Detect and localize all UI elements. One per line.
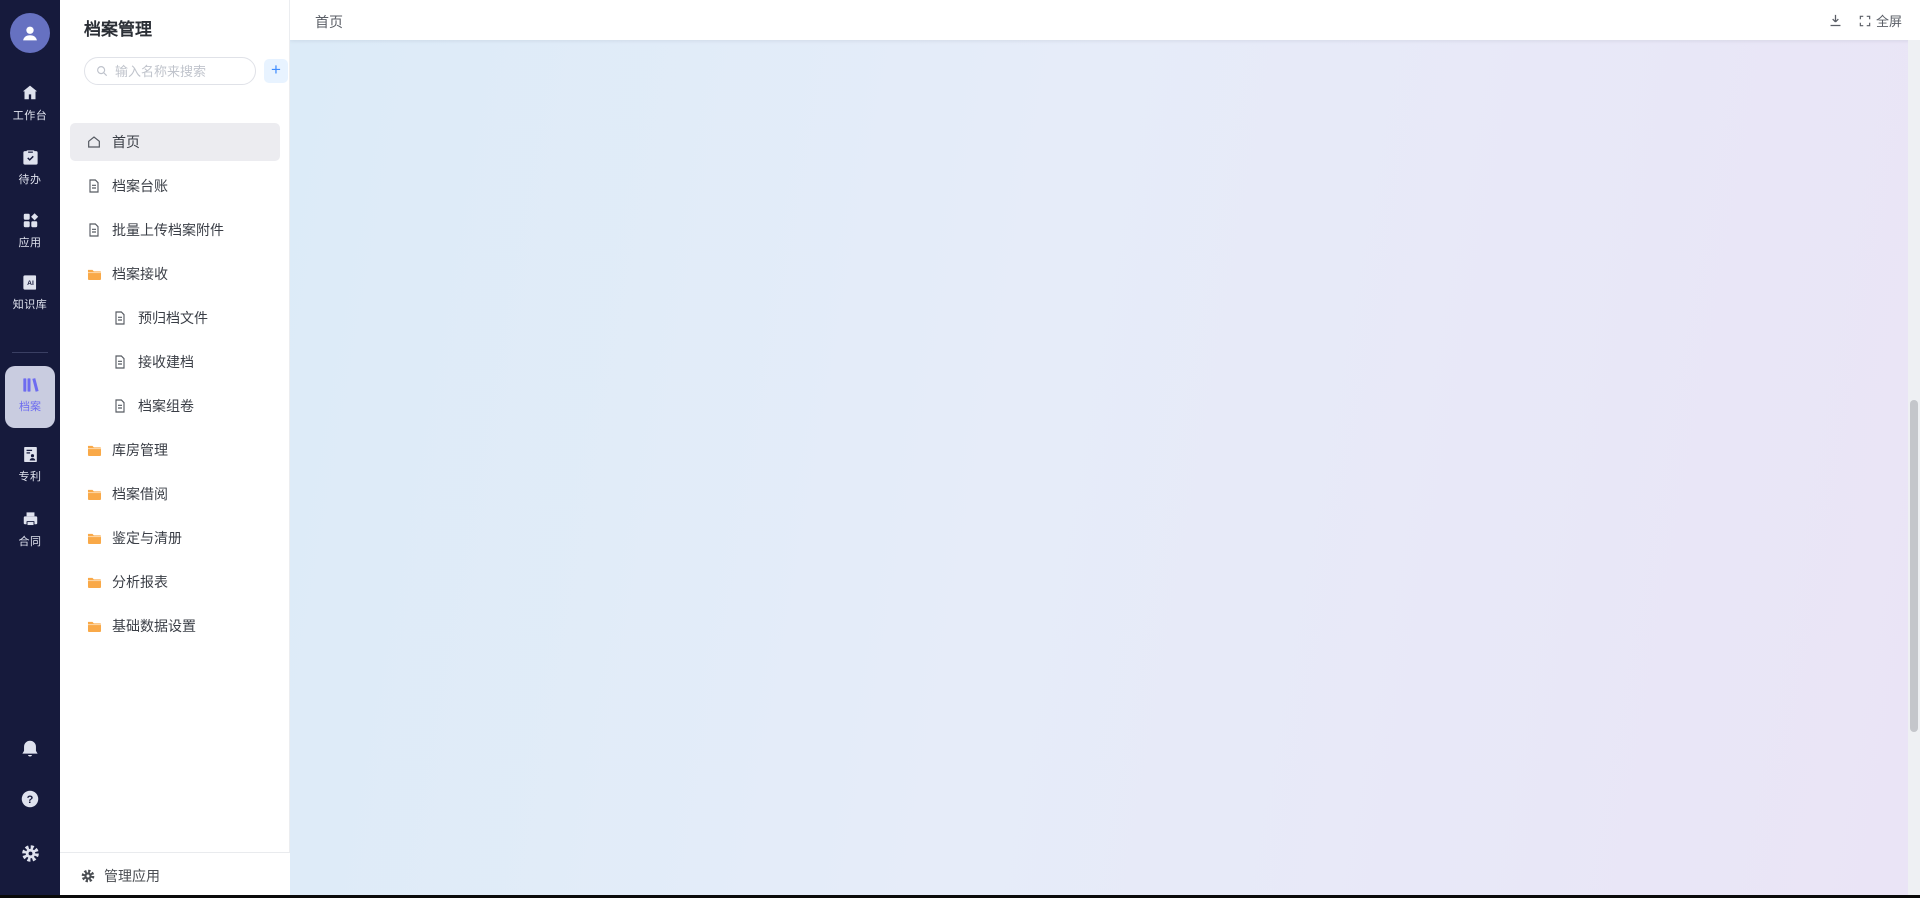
rail-item-todo[interactable]: 待办 bbox=[0, 146, 60, 187]
fullscreen-icon bbox=[1858, 14, 1872, 28]
rail-item-archive[interactable]: 档案 bbox=[5, 366, 55, 428]
sidebar-item-prearchive[interactable]: 预归档文件 bbox=[60, 296, 290, 340]
user-icon bbox=[19, 22, 41, 44]
sidebar-item-home[interactable]: 首页 bbox=[60, 120, 290, 164]
dashboard bbox=[290, 40, 1920, 898]
svg-text:?: ? bbox=[27, 794, 34, 806]
topbar: 首页 全屏 bbox=[290, 0, 1920, 40]
sidebar-item-ledger[interactable]: 档案台账 bbox=[60, 164, 290, 208]
patent-doc-icon bbox=[0, 443, 60, 465]
sidebar-item-base-settings[interactable]: 基础数据设置 bbox=[60, 604, 290, 648]
file-icon bbox=[86, 178, 102, 194]
folder-icon bbox=[86, 530, 103, 547]
breadcrumb[interactable]: 首页 bbox=[315, 12, 343, 32]
fullscreen-button[interactable]: 全屏 bbox=[1858, 11, 1902, 30]
scrollbar-thumb[interactable] bbox=[1910, 400, 1918, 732]
sidebar-item-receive-file[interactable]: 接收建档 bbox=[60, 340, 290, 384]
sidebar-item-batch-upload[interactable]: 批量上传档案附件 bbox=[60, 208, 290, 252]
gear-icon bbox=[0, 842, 60, 864]
contract-icon bbox=[0, 508, 60, 530]
folder-icon bbox=[86, 266, 103, 283]
rail-item-workbench[interactable]: 工作台 bbox=[0, 82, 60, 123]
apps-grid-icon bbox=[0, 209, 60, 231]
rail-item-help[interactable]: ? bbox=[0, 788, 60, 810]
add-button[interactable]: + bbox=[264, 59, 288, 83]
folder-icon bbox=[86, 442, 103, 459]
rail-item-contract[interactable]: 合同 bbox=[0, 508, 60, 549]
search-icon bbox=[95, 64, 109, 78]
folder-icon bbox=[86, 486, 103, 503]
manage-apps-button[interactable]: 管理应用 bbox=[60, 852, 290, 898]
sidebar-item-volume[interactable]: 档案组卷 bbox=[60, 384, 290, 428]
gear-icon bbox=[80, 868, 96, 884]
rail-item-patent[interactable]: 专利 bbox=[0, 443, 60, 484]
help-icon: ? bbox=[0, 788, 60, 810]
rail-item-apps[interactable]: 应用 bbox=[0, 209, 60, 250]
home-outline-icon bbox=[86, 134, 102, 150]
clipboard-check-icon bbox=[0, 146, 60, 168]
home-icon bbox=[0, 82, 60, 104]
module-sidebar: 档案管理 + 首页 档案台账 批量上传档案附件 档案接收 预归档文件 接收建档 … bbox=[60, 0, 290, 898]
file-icon bbox=[112, 310, 128, 326]
file-icon bbox=[112, 354, 128, 370]
file-icon bbox=[112, 398, 128, 414]
rail-item-notifications[interactable] bbox=[0, 738, 60, 760]
sidebar-item-warehouse[interactable]: 库房管理 bbox=[60, 428, 290, 472]
folder-icon bbox=[86, 574, 103, 591]
svg-text:AI: AI bbox=[27, 279, 34, 286]
avatar[interactable] bbox=[10, 13, 50, 53]
books-icon bbox=[5, 375, 55, 395]
search-box[interactable] bbox=[84, 57, 256, 85]
ai-book-icon: AI bbox=[0, 271, 60, 293]
file-icon bbox=[86, 222, 102, 238]
sidebar-item-receive[interactable]: 档案接收 bbox=[60, 252, 290, 296]
sidebar-item-borrow[interactable]: 档案借阅 bbox=[60, 472, 290, 516]
module-title: 档案管理 bbox=[84, 15, 152, 40]
rail-item-settings[interactable] bbox=[0, 842, 60, 864]
app-rail: 工作台 待办 应用 AI 知识库 档案 专利 合同 ? bbox=[0, 0, 60, 898]
download-icon[interactable] bbox=[1827, 12, 1844, 29]
folder-icon bbox=[86, 618, 103, 635]
bell-icon bbox=[0, 738, 60, 760]
sidebar-item-reports[interactable]: 分析报表 bbox=[60, 560, 290, 604]
rail-item-knowledge[interactable]: AI 知识库 bbox=[0, 271, 60, 312]
search-input[interactable] bbox=[115, 64, 235, 79]
sidebar-item-appraisal[interactable]: 鉴定与清册 bbox=[60, 516, 290, 560]
rail-divider bbox=[12, 352, 48, 353]
